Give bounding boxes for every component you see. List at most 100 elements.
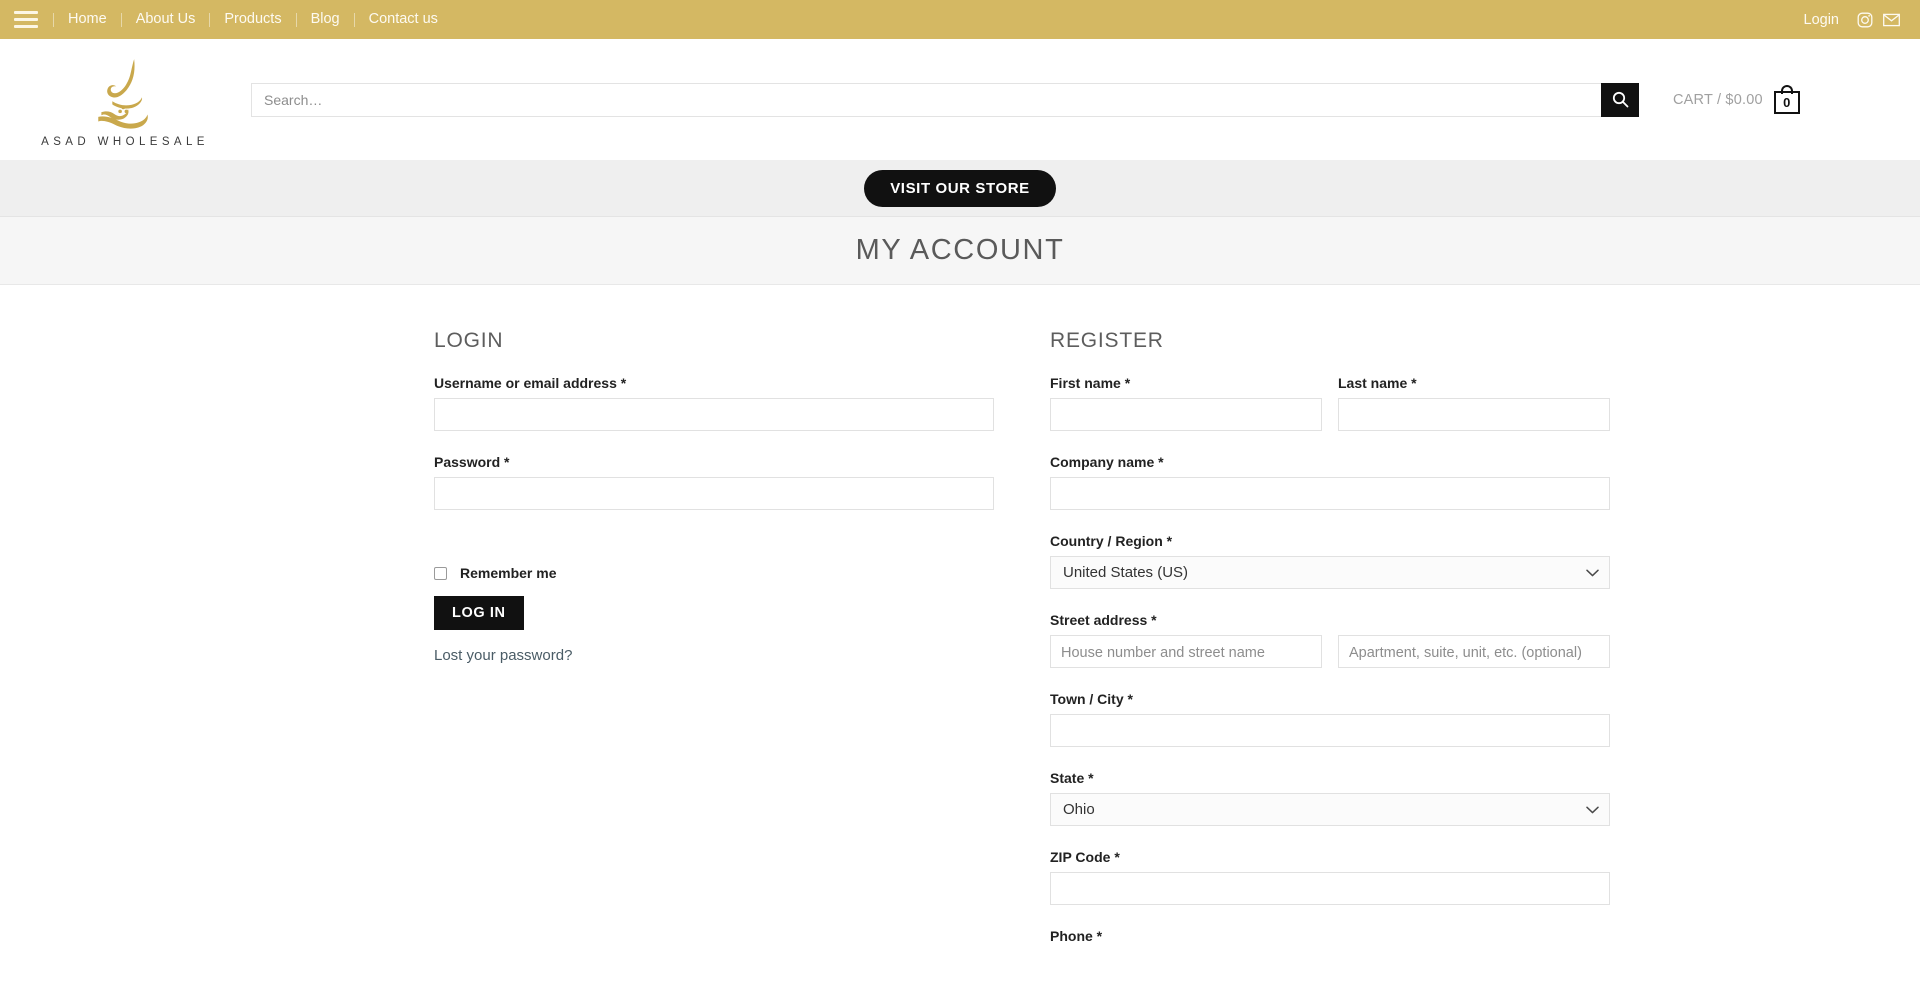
password-field-group: Password * xyxy=(434,454,994,510)
register-form-column: REGISTER First name * Last name * Compan… xyxy=(1050,329,1610,967)
country-select-wrapper: United States (US) xyxy=(1050,556,1610,589)
page-title-band: MY ACCOUNT xyxy=(0,217,1920,285)
nav-item-contact-us[interactable]: Contact us xyxy=(356,0,451,39)
required-mark: * xyxy=(620,375,627,391)
log-in-button[interactable]: LOG IN xyxy=(434,596,524,630)
remember-me-row: Remember me xyxy=(434,565,994,581)
nav-divider xyxy=(209,12,211,27)
top-bar: Home About Us Products Blog Contact us L… xyxy=(0,0,1920,39)
nav-item-products[interactable]: Products xyxy=(211,0,294,39)
required-mark: * xyxy=(1096,928,1103,944)
country-field-group: Country / Region * United States (US) xyxy=(1050,533,1610,589)
hamburger-menu-icon[interactable] xyxy=(14,11,38,28)
password-label: Password * xyxy=(434,454,994,470)
required-mark: * xyxy=(1166,533,1173,549)
zip-input[interactable] xyxy=(1050,872,1610,905)
search-button[interactable] xyxy=(1601,82,1639,117)
register-heading: REGISTER xyxy=(1050,329,1164,352)
search-bar xyxy=(251,82,1639,117)
required-mark: * xyxy=(1151,612,1157,628)
company-label: Company name * xyxy=(1050,454,1610,470)
hamburger-line xyxy=(14,11,38,14)
first-name-input[interactable] xyxy=(1050,398,1322,431)
remember-me-label[interactable]: Remember me xyxy=(460,565,557,581)
search-icon xyxy=(1612,91,1628,108)
hamburger-line xyxy=(14,25,38,28)
state-select-wrapper: Ohio xyxy=(1050,793,1610,826)
username-field-group: Username or email address * xyxy=(434,375,994,431)
street-line2-wrapper xyxy=(1338,635,1610,668)
street-address-line2-input[interactable] xyxy=(1338,635,1610,668)
state-label-text: State xyxy=(1050,770,1085,786)
state-select[interactable]: Ohio xyxy=(1050,793,1610,826)
required-mark: * xyxy=(1124,375,1131,391)
asad-calligraphy-logo-icon xyxy=(98,58,149,129)
last-name-input[interactable] xyxy=(1338,398,1610,431)
street-address-inputs-row xyxy=(1050,635,1610,668)
instagram-icon[interactable] xyxy=(1854,9,1876,31)
top-bar-left: Home About Us Products Blog Contact us xyxy=(14,0,451,39)
password-input[interactable] xyxy=(434,477,994,510)
required-mark: * xyxy=(1158,454,1164,470)
main-content: LOGIN Username or email address * Passwo… xyxy=(0,285,1920,967)
last-name-field-group: Last name * xyxy=(1338,375,1610,431)
first-name-label: First name * xyxy=(1050,375,1322,391)
username-label-text: Username or email address xyxy=(434,375,617,391)
nav-divider xyxy=(120,12,122,27)
store-promo-band: VISIT OUR STORE xyxy=(0,160,1920,217)
nav-divider xyxy=(295,12,297,27)
zip-label-text: ZIP Code xyxy=(1050,849,1111,865)
phone-label: Phone * xyxy=(1050,928,1610,944)
lost-password-link[interactable]: Lost your password? xyxy=(434,647,572,664)
visit-our-store-button[interactable]: VISIT OUR STORE xyxy=(864,169,1056,207)
login-link[interactable]: Login xyxy=(1793,12,1850,28)
street-address-label-text: Street address xyxy=(1050,612,1148,628)
required-mark: * xyxy=(504,454,510,470)
first-name-label-text: First name xyxy=(1050,375,1121,391)
nav-divider xyxy=(353,12,355,27)
site-logo[interactable]: ASAD WHOLESALE xyxy=(0,52,250,148)
login-heading: LOGIN xyxy=(434,329,504,352)
nav-item-home[interactable]: Home xyxy=(55,0,120,39)
city-label-text: Town / City xyxy=(1050,691,1124,707)
remember-me-checkbox[interactable] xyxy=(434,566,447,580)
search-input[interactable] xyxy=(251,82,1601,117)
required-mark: * xyxy=(1127,691,1133,707)
email-icon[interactable] xyxy=(1880,9,1902,31)
username-label: Username or email address * xyxy=(434,375,994,391)
company-input[interactable] xyxy=(1050,477,1610,510)
logo-wordmark: ASAD WHOLESALE xyxy=(41,135,209,148)
first-name-field-group: First name * xyxy=(1050,375,1322,431)
company-label-text: Company name xyxy=(1050,454,1155,470)
last-name-label: Last name * xyxy=(1338,375,1610,391)
zip-label: ZIP Code * xyxy=(1050,849,1610,865)
login-form-column: LOGIN Username or email address * Passwo… xyxy=(434,329,994,967)
street-address-line1-input[interactable] xyxy=(1050,635,1322,668)
cart-widget[interactable]: CART / $0.00 0 xyxy=(1673,85,1800,114)
state-label: State * xyxy=(1050,770,1610,786)
nav-divider xyxy=(53,12,54,27)
country-label: Country / Region * xyxy=(1050,533,1610,549)
zip-field-group: ZIP Code * xyxy=(1050,849,1610,905)
street-line1-wrapper xyxy=(1050,635,1322,668)
company-field-group: Company name * xyxy=(1050,454,1610,510)
phone-label-text: Phone xyxy=(1050,928,1093,944)
username-input[interactable] xyxy=(434,398,994,431)
cart-item-count: 0 xyxy=(1773,91,1800,114)
hamburger-line xyxy=(14,18,38,21)
nav-item-blog[interactable]: Blog xyxy=(298,0,353,39)
last-name-label-text: Last name xyxy=(1338,375,1408,391)
password-label-text: Password xyxy=(434,454,501,470)
city-input[interactable] xyxy=(1050,714,1610,747)
city-field-group: Town / City * xyxy=(1050,691,1610,747)
country-label-text: Country / Region xyxy=(1050,533,1163,549)
street-address-field-group: Street address * xyxy=(1050,612,1610,668)
country-select[interactable]: United States (US) xyxy=(1050,556,1610,589)
nav-item-about-us[interactable]: About Us xyxy=(123,0,209,39)
shopping-bag-icon: 0 xyxy=(1773,85,1800,114)
cart-total-label: CART / $0.00 xyxy=(1673,91,1763,108)
site-header: ASAD WHOLESALE CART / $0.00 0 xyxy=(0,39,1920,160)
name-fields-row: First name * Last name * xyxy=(1050,375,1610,431)
state-field-group: State * Ohio xyxy=(1050,770,1610,826)
top-bar-right: Login xyxy=(1793,0,1902,39)
